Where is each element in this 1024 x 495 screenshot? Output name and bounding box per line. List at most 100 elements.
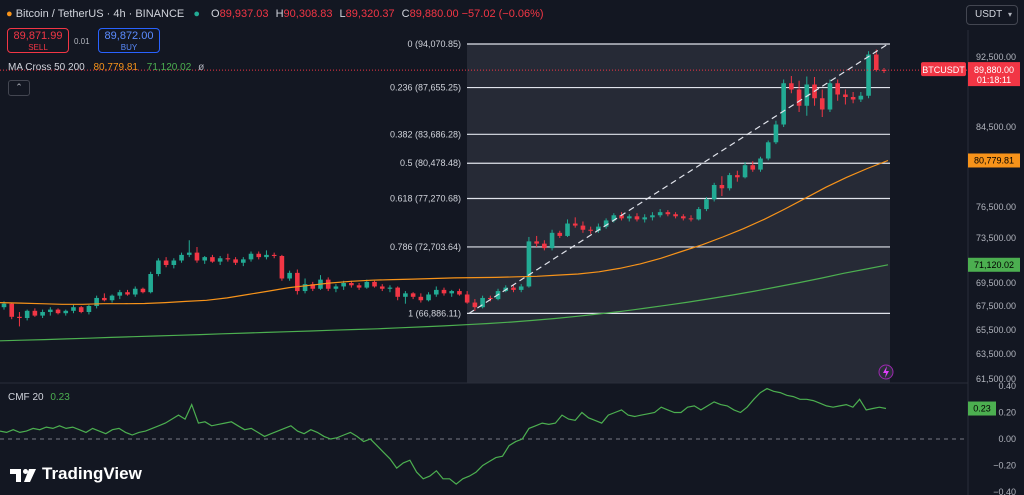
- tradingview-logo-icon: [10, 468, 36, 482]
- fib-level-label: 1 (66,886.11): [408, 308, 461, 318]
- candle-body: [711, 185, 717, 200]
- candle-body: [719, 185, 725, 189]
- cmf-badge-label: 0.23: [973, 404, 991, 414]
- price-tick-label: 92,500.00: [976, 52, 1016, 62]
- ma50-value: 80,779.81: [93, 62, 139, 73]
- buy-price: 89,872.00: [104, 30, 154, 42]
- ma-cross-legend[interactable]: MA Cross 50 200 80,779.81 71,120.02 ø: [8, 62, 204, 73]
- collapse-legend-button[interactable]: ⌃: [8, 80, 30, 96]
- candle-body: [125, 292, 130, 295]
- candle-body: [680, 216, 686, 219]
- candle-body: [704, 199, 709, 210]
- cmf-tick-label: 0.00: [998, 434, 1016, 444]
- candle-body: [9, 303, 15, 317]
- candle-body: [140, 288, 146, 293]
- currency-selector[interactable]: USDT ▾: [966, 5, 1018, 25]
- candle-body: [225, 258, 231, 260]
- lightning-icon: [878, 364, 894, 380]
- buy-label: BUY: [120, 43, 138, 52]
- fib-level-label: 0 (94,070.85): [407, 39, 461, 49]
- price-tick-label: 65,500.00: [976, 325, 1016, 335]
- candle-body: [325, 279, 331, 289]
- price-tick-label: 84,500.00: [976, 122, 1016, 132]
- candle-body: [186, 252, 192, 255]
- sell-button[interactable]: 89,871.99 SELL: [7, 28, 69, 53]
- currency-label: USDT: [975, 9, 1003, 20]
- candle-body: [418, 296, 424, 301]
- tradingview-logo[interactable]: TradingView: [10, 464, 142, 484]
- candle-body: [549, 232, 555, 249]
- high-label: H: [275, 8, 284, 20]
- candle-body: [866, 54, 871, 96]
- candle-body: [750, 165, 756, 170]
- candle-body: [233, 259, 238, 263]
- fib-level-label: 0.236 (87,655.25): [390, 83, 461, 93]
- candle-body: [341, 283, 346, 287]
- candle-body: [163, 260, 169, 265]
- fib-level-label: 0.382 (83,686.28): [390, 129, 461, 139]
- candle-body: [117, 292, 123, 296]
- candle-body: [333, 286, 339, 289]
- candle-body: [688, 218, 694, 220]
- candle-body: [873, 54, 879, 70]
- candle-body: [449, 291, 455, 294]
- candle-body: [109, 295, 115, 301]
- candle-body: [32, 310, 38, 316]
- candle-body: [271, 254, 277, 256]
- candle-body: [287, 272, 292, 279]
- candle-body: [626, 216, 632, 219]
- brand-name: TradingView: [42, 464, 142, 483]
- candle-body: [94, 297, 99, 306]
- sell-label: SELL: [28, 43, 48, 52]
- candle-body: [202, 257, 208, 261]
- candle-body: [387, 287, 393, 289]
- fib-level-label: 0.5 (80,478.48): [400, 158, 461, 168]
- candle-body: [86, 306, 92, 312]
- bitcoin-icon: ●: [6, 8, 13, 20]
- candle-body: [256, 253, 262, 258]
- candle-body: [534, 241, 539, 244]
- candle-body: [642, 217, 648, 220]
- cmf-legend[interactable]: CMF 20 0.23: [8, 392, 70, 403]
- candle-body: [17, 316, 22, 318]
- candle-body: [349, 283, 354, 286]
- candle-body: [379, 286, 385, 289]
- candle-body: [580, 225, 586, 230]
- chevron-down-icon: ▾: [1007, 10, 1012, 19]
- candle-body: [835, 83, 840, 95]
- candle-body: [650, 215, 655, 218]
- candle-body: [518, 286, 524, 290]
- candle-body: [526, 241, 532, 287]
- candle-body: [850, 97, 856, 100]
- candle-body: [557, 232, 563, 236]
- open-value: 89,937.03: [219, 8, 269, 20]
- candle-body: [40, 312, 45, 316]
- candle-body: [441, 289, 447, 294]
- candle-body: [727, 175, 732, 189]
- high-value: 90,308.83: [283, 8, 333, 20]
- price-tick-label: 76,500.00: [976, 202, 1016, 212]
- candle-body: [673, 214, 678, 217]
- symbol-title[interactable]: Bitcoin / TetherUS · 4h · BINANCE: [16, 8, 185, 20]
- candle-body: [279, 256, 285, 279]
- candle-body: [148, 274, 153, 293]
- candle-body: [48, 309, 53, 312]
- buy-button[interactable]: 89,872.00 BUY: [98, 28, 160, 53]
- candle-body: [572, 223, 578, 226]
- candle-body: [372, 281, 377, 287]
- price-tick-label: 73,500.00: [976, 233, 1016, 243]
- candle-body: [488, 297, 493, 300]
- candle-body: [464, 294, 470, 303]
- candle-body: [765, 142, 771, 159]
- cmf-value: 0.23: [50, 392, 70, 403]
- candle-body: [565, 223, 570, 236]
- candle-body: [511, 287, 516, 290]
- candle-body: [827, 83, 833, 110]
- candle-body: [796, 89, 802, 106]
- cmf-tick-label: −0.40: [993, 487, 1016, 495]
- price-chart[interactable]: 0 (94,070.85) 0.236 (87,655.25) 0.382 (83,…: [0, 0, 1024, 495]
- candle-body: [395, 287, 400, 297]
- candle-body: [179, 254, 184, 261]
- candle-body: [773, 124, 779, 143]
- sell-price: 89,871.99: [13, 30, 63, 42]
